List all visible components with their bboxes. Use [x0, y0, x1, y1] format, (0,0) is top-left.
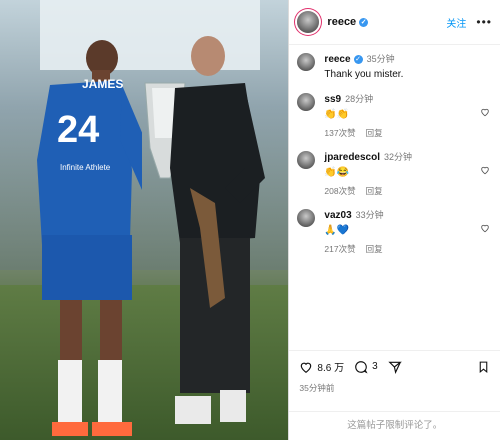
avatar[interactable]: [297, 209, 316, 227]
post-actions: 8.6 万 3 35分钟前: [289, 350, 500, 394]
avatar[interactable]: [297, 53, 316, 71]
comments-count[interactable]: 3: [372, 361, 378, 372]
comment-username[interactable]: vaz03: [324, 210, 351, 221]
list-item: jparedescol 32分钟 👏😂 208次赞 回复: [297, 151, 492, 197]
avatar[interactable]: [297, 11, 320, 33]
comment-time: 28分钟: [345, 94, 374, 104]
bookmark-icon[interactable]: [477, 360, 490, 374]
coach-figure: [170, 36, 265, 424]
list-item: ss9 28分钟 👏👏 137次赞 回复: [297, 93, 492, 139]
avatar[interactable]: [297, 151, 316, 169]
caption: reece ✓ 35分钟 Thank you mister.: [297, 53, 492, 81]
heart-icon[interactable]: [480, 223, 490, 233]
reply-button[interactable]: 回复: [366, 128, 383, 138]
author-username[interactable]: reece ✓: [327, 16, 369, 28]
caption-text: Thank you mister.: [324, 69, 404, 80]
post-sidebar: reece ✓ 关注 ••• reece ✓ 35分钟 Thank you miste…: [288, 0, 500, 440]
more-options-icon[interactable]: •••: [476, 15, 492, 29]
heart-icon[interactable]: [480, 107, 490, 117]
comment-time: 32分钟: [384, 152, 413, 162]
comment-username[interactable]: jparedescol: [324, 152, 380, 163]
comment-likes[interactable]: 137次赞: [324, 128, 355, 138]
heart-icon[interactable]: [480, 165, 490, 175]
reply-button[interactable]: 回复: [366, 244, 383, 254]
comment-text: 🙏💙: [324, 225, 350, 236]
comment-time: 33分钟: [355, 210, 384, 220]
verified-badge-icon: ✓: [353, 54, 363, 64]
share-send-icon[interactable]: [388, 360, 402, 374]
comment-likes[interactable]: 208次赞: [324, 186, 355, 196]
verified-badge-icon: ✓: [359, 17, 369, 27]
player-number-text: 24: [57, 109, 99, 151]
comment-text: 👏👏: [324, 109, 350, 120]
comments-list: reece ✓ 35分钟 Thank you mister. ss9 28分钟 👏👏 …: [289, 45, 500, 255]
comment-likes[interactable]: 217次赞: [324, 244, 355, 254]
reply-button[interactable]: 回复: [366, 186, 383, 196]
like-heart-icon[interactable]: [299, 360, 313, 374]
caption-time: 35分钟: [366, 54, 395, 64]
player-name-text: JAMES: [82, 77, 123, 91]
posted-time: 35分钟前: [299, 383, 335, 393]
post-window: JAMES 24 Infinite Athlete reece✓ 关注 •••: [0, 0, 500, 440]
list-item: vaz03 33分钟 🙏💙 217次赞 回复: [297, 209, 492, 255]
sponsor-text: Infinite Athlete: [60, 163, 111, 172]
caption-username[interactable]: reece: [324, 54, 350, 65]
comment-bubble-icon[interactable]: [354, 360, 368, 374]
comments-disabled-note: 这篇帖子限制评论了。: [289, 411, 500, 440]
player-figure: JAMES 24 Infinite Athlete: [37, 40, 142, 436]
follow-button[interactable]: 关注: [446, 15, 466, 30]
comment-username[interactable]: ss9: [324, 94, 341, 105]
post-photo[interactable]: JAMES 24 Infinite Athlete: [0, 0, 289, 440]
avatar[interactable]: [297, 93, 316, 111]
likes-count[interactable]: 8.6 万: [317, 359, 344, 374]
post-header: reece ✓ 关注 •••: [289, 0, 500, 45]
comment-text: 👏😂: [324, 167, 350, 178]
